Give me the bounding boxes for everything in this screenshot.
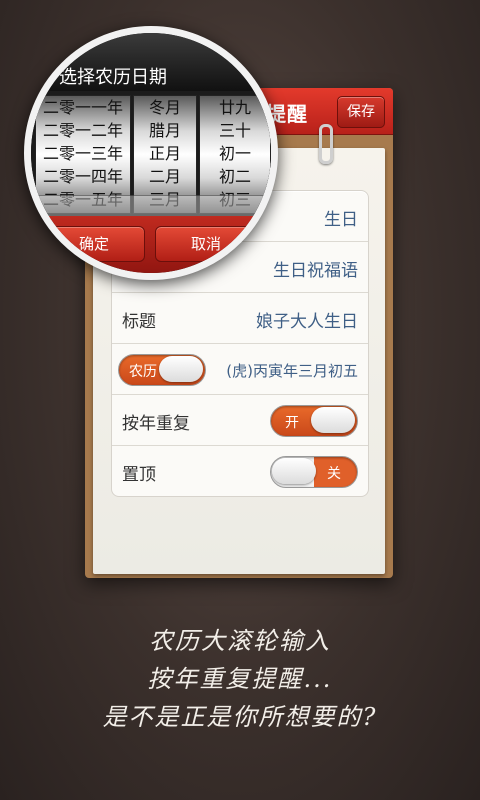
wheel-item: 廿九	[218, 98, 251, 117]
caption-line: 农历大滚轮输入	[149, 627, 331, 655]
magnifier-lens: 选择农历日期 二零一一年 二零一二年 二零一三年 二零一四年 二零一五年 冬月 …	[24, 26, 278, 280]
wheel-item: 二月	[148, 167, 181, 186]
repeat-row: 按年重复 开	[112, 394, 368, 445]
confirm-button[interactable]: 确定	[43, 226, 145, 262]
save-button[interactable]: 保存	[337, 96, 385, 128]
wheel-item: 三十	[218, 121, 251, 140]
lunar-toggle-label: 农历	[129, 364, 157, 380]
title-label: 标题	[122, 312, 156, 332]
wheel-item: 正月	[148, 144, 181, 163]
lunar-date-value[interactable]: (虎)丙寅年三月初五	[226, 360, 358, 381]
type-value: 生日	[324, 210, 358, 230]
title-value: 娘子大人生日	[256, 312, 358, 332]
repeat-yearly-toggle[interactable]: 开	[270, 405, 358, 437]
caption-line: 是不是正是你所想要的?	[102, 703, 378, 731]
cancel-button[interactable]: 取消	[155, 226, 257, 262]
promo-caption: 农历大滚轮输入 按年重复提醒... 是不是正是你所想要的?	[0, 622, 480, 736]
picker-title-bar: 选择农历日期	[31, 33, 271, 91]
repeat-label: 按年重复	[122, 414, 190, 434]
wheel-item: 初一	[218, 144, 251, 163]
date-row[interactable]: 农历 (虎)丙寅年三月初五	[112, 343, 368, 394]
toggle-knob	[311, 407, 355, 433]
lunar-date-wheels: 二零一一年 二零一二年 二零一三年 二零一四年 二零一五年 冬月 腊月 正月 二…	[31, 91, 271, 223]
toggle-knob	[159, 356, 203, 382]
wheel-item: 二零一四年	[42, 167, 123, 186]
picker-title: 选择农历日期	[59, 67, 167, 88]
pin-top-toggle[interactable]: 关	[270, 456, 358, 488]
wheel-item: 冬月	[148, 98, 181, 117]
wheel-item: 二零一一年	[42, 98, 123, 117]
caption-line: 按年重复提醒...	[147, 665, 333, 693]
repeat-toggle-label: 开	[285, 415, 299, 431]
pin-label: 置顶	[122, 465, 156, 485]
template-value: 生日祝福语	[273, 261, 358, 281]
picker-button-bar: 确定 取消	[31, 216, 271, 273]
pin-toggle-label: 关	[327, 466, 341, 482]
toggle-knob	[272, 458, 316, 484]
binder-ring-icon	[319, 124, 333, 164]
wheel-item: 腊月	[148, 121, 181, 140]
title-row[interactable]: 标题 娘子大人生日	[112, 292, 368, 343]
pin-row: 置顶 关	[112, 445, 368, 496]
lunar-calendar-toggle[interactable]: 农历	[118, 354, 206, 386]
wheel-item: 初二	[218, 167, 251, 186]
wheel-item: 二零一三年	[42, 144, 123, 163]
wheel-item: 二零一二年	[42, 121, 123, 140]
